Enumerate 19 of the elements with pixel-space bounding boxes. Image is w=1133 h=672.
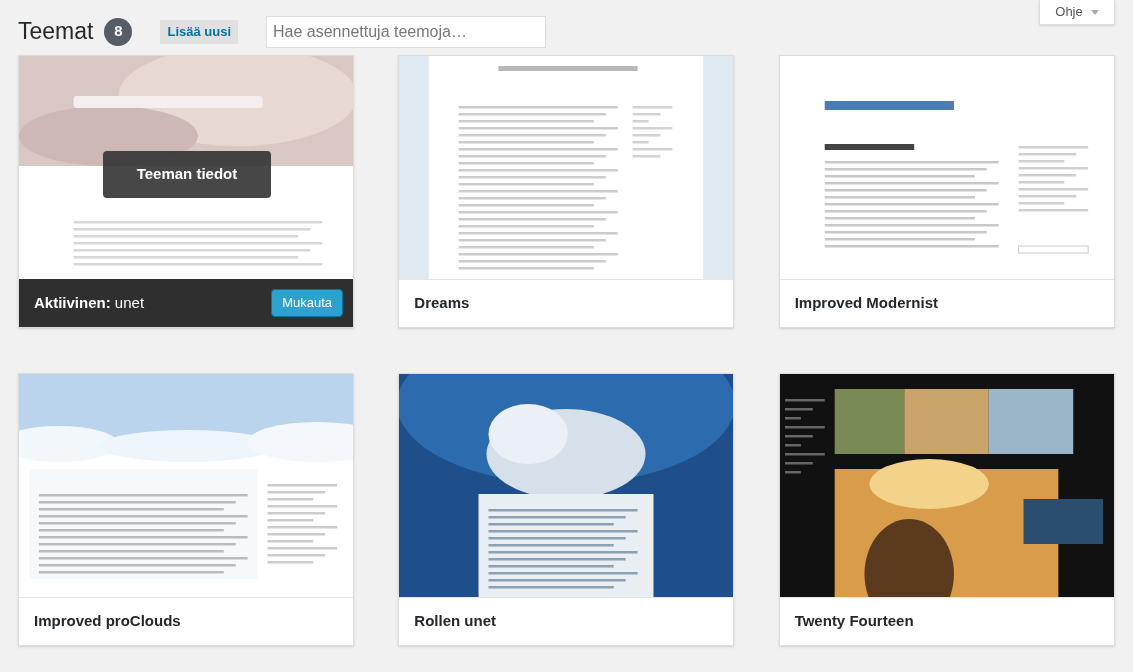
theme-card[interactable]: Dreams — [398, 55, 735, 328]
theme-card[interactable]: Teeman tiedot Aktiivinen: unet Mukauta — [18, 55, 354, 328]
add-new-button[interactable]: Lisää uusi — [160, 19, 238, 44]
search-field[interactable]: Hae asennettuja teemoja… — [266, 15, 546, 48]
theme-name: Rollen unet — [414, 611, 496, 632]
caret-icon — [1090, 9, 1099, 15]
count-badge: 8 — [104, 17, 133, 46]
theme-name: Improved Modernist — [794, 293, 938, 314]
theme-card[interactable]: Improved proClouds — [18, 373, 354, 646]
active-theme-label: Aktiivinen: unet — [34, 292, 145, 313]
theme-name: Twenty Fourteen — [794, 611, 914, 632]
page-title: Teemat — [18, 17, 94, 47]
theme-card[interactable]: Improved Modernist — [778, 55, 1115, 328]
theme-card[interactable]: Rollen unet — [398, 373, 735, 646]
help-tab[interactable]: Ohje — [1039, 0, 1115, 25]
theme-name: Dreams — [414, 293, 470, 314]
theme-name: Improved proClouds — [34, 611, 181, 632]
theme-card[interactable]: Twenty Fourteen — [778, 373, 1115, 646]
theme-details-button[interactable]: Teeman tiedot — [103, 151, 271, 198]
